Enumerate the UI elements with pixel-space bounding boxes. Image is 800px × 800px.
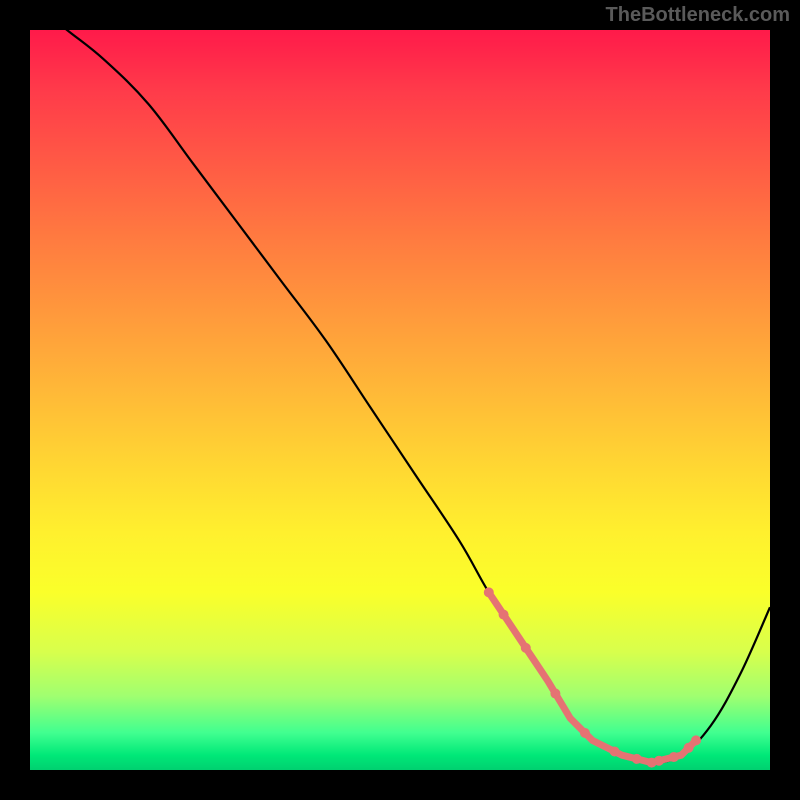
watermark-text: TheBottleneck.com: [606, 4, 790, 27]
optimal-range-dot: [550, 689, 560, 699]
optimal-range-dot: [691, 735, 701, 745]
bottleneck-curve-line: [30, 30, 770, 763]
optimal-range-dot: [610, 747, 620, 757]
optimal-range-markers: [484, 587, 701, 767]
optimal-range-dot: [647, 758, 657, 768]
plot-area: [30, 30, 770, 770]
optimal-range-line: [489, 592, 696, 762]
optimal-range-dot: [669, 752, 679, 762]
optimal-range-dot: [521, 643, 531, 653]
optimal-range-dot: [499, 610, 509, 620]
optimal-range-dot: [484, 587, 494, 597]
optimal-range-dot: [632, 754, 642, 764]
chart-svg: [30, 30, 770, 770]
optimal-range-dot: [684, 743, 694, 753]
optimal-range-dot: [580, 728, 590, 738]
